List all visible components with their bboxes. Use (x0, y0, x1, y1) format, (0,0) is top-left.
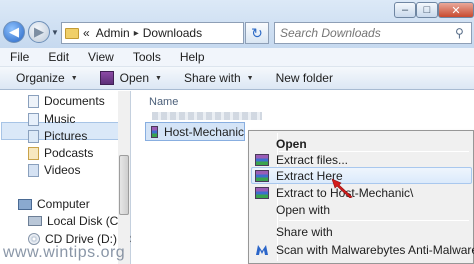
address-overflow[interactable]: « (83, 26, 90, 40)
menu-item-open-with[interactable]: Open with (276, 203, 330, 217)
menu-view[interactable]: View (78, 50, 123, 64)
new-folder-button[interactable]: New folder (276, 71, 333, 85)
folder-icon (65, 27, 79, 39)
menu-bar: File Edit View Tools Help (0, 48, 474, 67)
back-arrow-icon: ◀ (9, 24, 19, 39)
music-icon (28, 112, 39, 126)
tree-item-label: Podcasts (44, 146, 94, 160)
menu-separator (279, 151, 469, 152)
file-name: Host-Mechanic (163, 124, 244, 139)
chevron-down-icon: ▼ (246, 74, 254, 82)
tree-item-label: Pictures (44, 129, 88, 143)
menu-edit[interactable]: Edit (38, 50, 78, 64)
videos-icon (28, 163, 39, 177)
search-icon: ⚲ (455, 26, 464, 40)
chevron-down-icon: ▼ (155, 74, 162, 82)
pictures-icon (28, 129, 39, 143)
back-button[interactable]: ◀ (3, 21, 25, 43)
search-input[interactable] (274, 22, 472, 44)
forward-arrow-icon: ▶ (34, 24, 44, 39)
menu-file[interactable]: File (0, 50, 38, 64)
blurred-file-row[interactable] (152, 112, 262, 120)
menu-separator (279, 220, 469, 221)
malwarebytes-icon (256, 245, 268, 255)
menu-tools[interactable]: Tools (123, 50, 170, 64)
tree-item-computer[interactable]: Computer (18, 197, 90, 211)
documents-icon (28, 94, 39, 108)
winrar-icon (255, 154, 269, 166)
tree-item-videos[interactable]: Videos (28, 163, 80, 177)
breadcrumb-separator-icon[interactable]: ▸ (134, 28, 139, 39)
recent-pages-dropdown[interactable]: ▼ (51, 28, 59, 37)
nav-scrollbar-thumb[interactable] (119, 155, 129, 215)
archive-icon (151, 125, 158, 138)
menu-item-extract-files[interactable]: Extract files... (276, 153, 348, 167)
share-with-label: Share with (183, 71, 241, 85)
maximize-button[interactable]: □ (416, 2, 438, 18)
breadcrumb-downloads[interactable]: Downloads (143, 26, 202, 40)
tree-item-label: Local Disk (C:) (47, 214, 126, 228)
hard-disk-icon (28, 216, 42, 226)
winrar-icon (99, 71, 114, 85)
tree-item-pictures[interactable]: Pictures (28, 129, 87, 143)
refresh-icon: ↻ (251, 24, 263, 41)
menu-item-scan-malwarebytes[interactable]: Scan with Malwarebytes Anti-Malware (276, 243, 474, 257)
minimize-button[interactable]: – (394, 2, 416, 18)
organize-label: Organize (16, 71, 65, 85)
new-folder-label: New folder (275, 71, 333, 85)
breadcrumb-admin[interactable]: Admin (96, 26, 130, 40)
open-button[interactable]: Open ▼ (99, 71, 162, 85)
chevron-down-icon: ▼ (70, 74, 78, 82)
red-arrow-pointer-icon (331, 178, 353, 198)
menu-help[interactable]: Help (170, 50, 214, 64)
tree-item-label: Computer (37, 197, 90, 211)
tree-item-podcasts[interactable]: Podcasts (28, 146, 93, 160)
address-bar[interactable]: « Admin ▸ Downloads (61, 22, 244, 44)
winrar-icon (255, 187, 269, 199)
computer-icon (18, 198, 32, 210)
refresh-button[interactable]: ↻ (245, 22, 269, 44)
watermark: www.wintips.org (3, 244, 126, 261)
open-label: Open (119, 71, 149, 85)
command-toolbar: Organize ▼ Open ▼ Share with ▼ New folde… (0, 67, 474, 90)
tree-item-label: Documents (44, 94, 105, 108)
podcasts-icon (28, 146, 39, 160)
winrar-icon (255, 170, 269, 182)
organize-button[interactable]: Organize ▼ (16, 71, 78, 85)
tree-item-label: Music (44, 112, 76, 126)
context-menu: Open Extract files... Extract Here Extra… (248, 130, 474, 264)
close-button[interactable]: ✕ (438, 2, 474, 18)
menu-item-share-with[interactable]: Share with (276, 225, 333, 239)
forward-button[interactable]: ▶ (28, 21, 50, 43)
tree-item-local-disk[interactable]: Local Disk (C:) (28, 214, 126, 228)
file-row-host-mechanic[interactable]: Host-Mechanic (145, 122, 245, 141)
tree-item-label: Videos (44, 163, 81, 177)
menu-item-open[interactable]: Open (276, 137, 307, 151)
share-with-button[interactable]: Share with ▼ (184, 71, 254, 85)
column-header-name[interactable]: Name (149, 96, 178, 108)
tree-item-documents[interactable]: Documents (28, 94, 105, 108)
tree-item-music[interactable]: Music (28, 112, 75, 126)
